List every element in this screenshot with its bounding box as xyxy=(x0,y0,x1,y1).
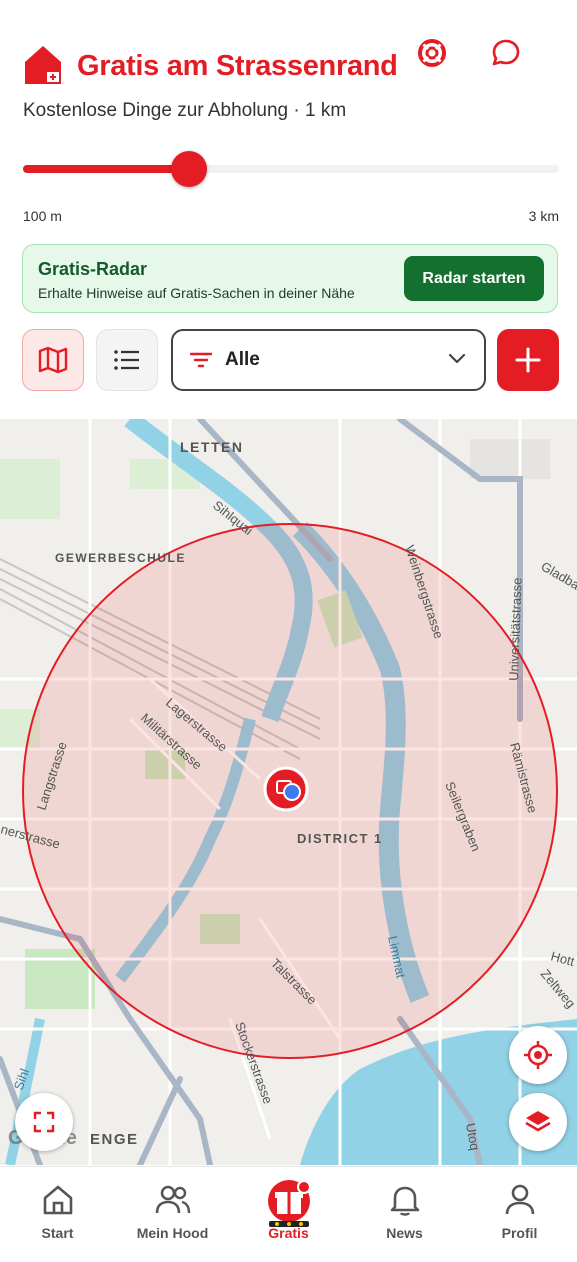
crosshair-icon xyxy=(523,1040,553,1070)
my-location-button[interactable] xyxy=(509,1026,567,1084)
person-icon xyxy=(504,1183,536,1217)
nav-item-start[interactable]: Start xyxy=(0,1167,115,1262)
slider-max-label: 3 km xyxy=(529,208,559,224)
category-filter-select[interactable]: Alle xyxy=(171,329,486,391)
radar-card: Gratis-Radar Erhalte Hinweise auf Gratis… xyxy=(22,244,558,313)
filter-selected-value: Alle xyxy=(225,349,260,371)
chevron-down-icon xyxy=(448,353,466,365)
list-view-button[interactable] xyxy=(96,329,158,391)
bottom-navigation: Start Mein Hood Gratis News xyxy=(0,1166,577,1262)
map-label-enge: ENGE xyxy=(90,1131,139,1148)
map-layers-button[interactable] xyxy=(509,1093,567,1151)
layers-icon xyxy=(523,1107,553,1137)
slider-min-label: 100 m xyxy=(23,208,62,224)
filter-icon xyxy=(190,352,212,368)
distance-slider-thumb[interactable] xyxy=(171,151,207,187)
fullscreen-button[interactable] xyxy=(15,1093,73,1151)
app-logo xyxy=(23,44,63,91)
plus-icon xyxy=(515,347,541,373)
nav-item-news[interactable]: News xyxy=(347,1167,462,1262)
home-icon xyxy=(41,1183,75,1217)
start-radar-button[interactable]: Radar starten xyxy=(404,256,544,301)
gift-icon xyxy=(266,1179,312,1227)
distance-slider-fill xyxy=(23,165,189,173)
nav-label: Mein Hood xyxy=(115,1225,230,1241)
list-icon xyxy=(113,349,141,371)
map-label-letten: LETTEN xyxy=(180,439,243,455)
nav-item-gratis[interactable]: Gratis xyxy=(231,1167,346,1262)
add-item-button[interactable] xyxy=(497,329,559,391)
help-icon[interactable] xyxy=(416,37,448,74)
nav-label: Profil xyxy=(462,1225,577,1241)
nav-label: News xyxy=(347,1225,462,1241)
page-title: Gratis am Strassenrand xyxy=(77,50,398,83)
fullscreen-icon xyxy=(33,1111,55,1133)
map-label-district1: DISTRICT 1 xyxy=(297,831,383,846)
nav-label-active: Gratis xyxy=(231,1225,346,1241)
nav-item-profil[interactable]: Profil xyxy=(462,1167,577,1262)
map-view-button[interactable] xyxy=(22,329,84,391)
radar-description: Erhalte Hinweise auf Gratis-Sachen in de… xyxy=(38,285,383,301)
location-marker[interactable] xyxy=(265,768,307,810)
nav-label: Start xyxy=(0,1225,115,1241)
radar-title: Gratis-Radar xyxy=(38,259,147,280)
map-icon xyxy=(37,346,69,374)
chat-icon[interactable] xyxy=(490,37,522,74)
nav-item-mein-hood[interactable]: Mein Hood xyxy=(115,1167,230,1262)
map-view[interactable]: LETTEN GEWERBESCHULE DISTRICT 1 ENGE Sih… xyxy=(0,419,577,1165)
map-label-gewerbeschule: GEWERBESCHULE xyxy=(55,551,186,565)
bell-icon xyxy=(389,1183,421,1217)
page-subtitle: Kostenlose Dinge zur Abholung · 1 km xyxy=(23,100,346,122)
people-icon xyxy=(154,1183,192,1217)
